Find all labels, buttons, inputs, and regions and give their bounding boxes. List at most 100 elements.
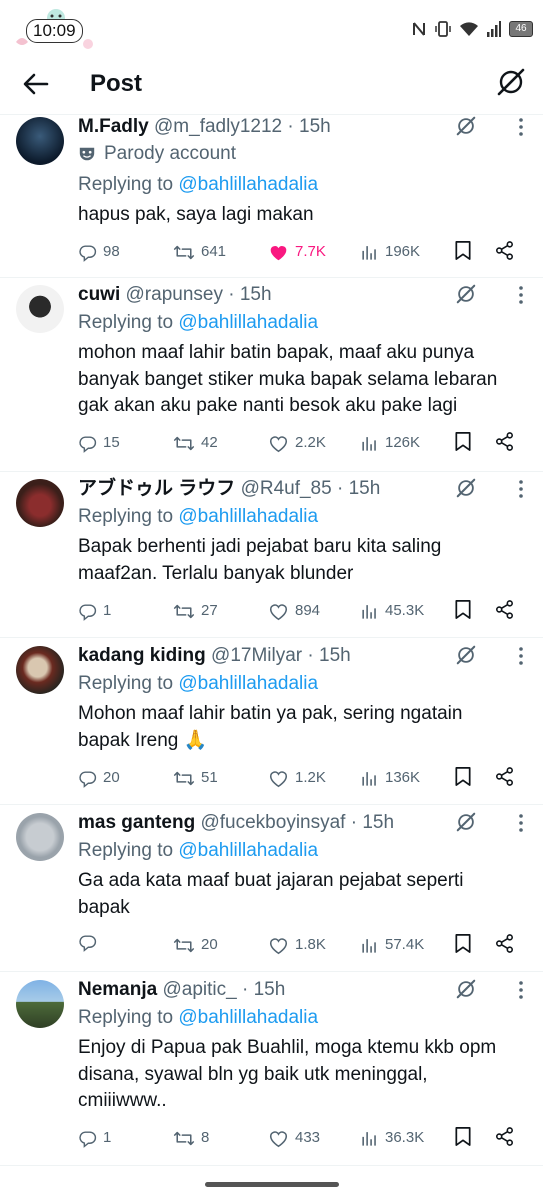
grok-icon[interactable]: [455, 644, 477, 666]
share-icon[interactable]: [494, 240, 515, 261]
views-button[interactable]: 196K: [360, 240, 420, 264]
reply-post[interactable]: mas ganteng @fucekboyinsyaf · 15h Replyin…: [0, 804, 543, 972]
mention-link[interactable]: @bahlillahadalia: [178, 506, 318, 527]
repost-button[interactable]: 51: [173, 766, 218, 790]
like-button[interactable]: 894: [268, 599, 320, 623]
bookmark-button[interactable]: [454, 766, 472, 787]
share-icon[interactable]: [494, 599, 515, 620]
bookmark-icon[interactable]: [454, 1126, 472, 1147]
like-button[interactable]: 433: [268, 1126, 320, 1150]
bookmark-icon[interactable]: [454, 766, 472, 787]
more-options-icon[interactable]: [517, 479, 525, 499]
back-arrow-icon[interactable]: [20, 68, 52, 100]
reply-post[interactable]: kadang kiding @17Milyar · 15h Replying to…: [0, 637, 543, 805]
grok-icon[interactable]: [455, 477, 477, 499]
like-button[interactable]: 2.2K: [268, 431, 326, 455]
like-button[interactable]: 1.2K: [268, 766, 326, 790]
more-options-icon[interactable]: [517, 813, 525, 833]
more-options-icon[interactable]: [517, 117, 525, 137]
reply-button[interactable]: [78, 933, 103, 952]
display-name[interactable]: Nemanja: [78, 979, 157, 1000]
reply-post[interactable]: cuwi @rapunsey · 15h Replying to @bahlill…: [0, 277, 543, 472]
avatar[interactable]: [16, 813, 64, 861]
repost-button[interactable]: 8: [173, 1126, 209, 1150]
repost-count: 27: [201, 602, 218, 619]
user-handle[interactable]: @fucekboyinsyaf: [200, 812, 345, 833]
reply-post[interactable]: Nemanja @apitic_ · 15h Replying to @bahli…: [0, 971, 543, 1166]
like-button[interactable]: 1.8K: [268, 933, 326, 957]
repost-button[interactable]: 42: [173, 431, 218, 455]
display-name[interactable]: アブドゥル ラウフ: [78, 478, 235, 499]
views-button[interactable]: 45.3K: [360, 599, 424, 623]
reply-button[interactable]: 1: [78, 1126, 111, 1150]
user-handle[interactable]: @R4uf_85: [241, 478, 332, 499]
reply-button[interactable]: 1: [78, 599, 111, 623]
avatar[interactable]: [16, 117, 64, 165]
reply-post[interactable]: M.Fadly @m_fadly1212 · 15h Parody account…: [0, 115, 543, 278]
display-name[interactable]: cuwi: [78, 284, 120, 305]
share-button[interactable]: [494, 240, 515, 261]
more-options-icon[interactable]: [517, 285, 525, 305]
bookmark-icon[interactable]: [454, 431, 472, 452]
views-button[interactable]: 136K: [360, 766, 420, 790]
mention-link[interactable]: @bahlillahadalia: [178, 673, 318, 694]
share-button[interactable]: [494, 1126, 515, 1147]
share-icon[interactable]: [494, 431, 515, 452]
more-options-icon[interactable]: [517, 980, 525, 1000]
avatar[interactable]: [16, 980, 64, 1028]
display-name[interactable]: kadang kiding: [78, 645, 206, 666]
grok-icon[interactable]: [455, 283, 477, 305]
avatar[interactable]: [16, 479, 64, 527]
mention-link[interactable]: @bahlillahadalia: [178, 1007, 318, 1028]
user-handle[interactable]: @rapunsey: [126, 284, 223, 305]
repost-icon: [173, 245, 195, 259]
share-button[interactable]: [494, 431, 515, 452]
grok-icon[interactable]: [455, 811, 477, 833]
mention-link[interactable]: @bahlillahadalia: [178, 312, 318, 333]
reply-post[interactable]: アブドゥル ラウフ @R4uf_85 · 15h Replying to @bah…: [0, 471, 543, 638]
display-name[interactable]: mas ganteng: [78, 812, 195, 833]
views-button[interactable]: 36.3K: [360, 1126, 424, 1150]
share-button[interactable]: [494, 599, 515, 620]
grok-icon[interactable]: [455, 115, 477, 137]
views-button[interactable]: 57.4K: [360, 933, 424, 957]
more-options-icon[interactable]: [517, 646, 525, 666]
views-button[interactable]: 126K: [360, 431, 420, 455]
reply-button[interactable]: 15: [78, 431, 120, 455]
repost-button[interactable]: 641: [173, 240, 226, 264]
bookmark-button[interactable]: [454, 431, 472, 452]
bookmark-icon[interactable]: [454, 933, 472, 954]
like-button[interactable]: 7.7K: [268, 240, 326, 264]
bookmark-button[interactable]: [454, 599, 472, 620]
replying-to-line: Replying to @bahlillahadalia: [78, 504, 318, 530]
share-icon[interactable]: [494, 1126, 515, 1147]
bookmark-icon[interactable]: [454, 599, 472, 620]
share-icon[interactable]: [494, 766, 515, 787]
view-count: 57.4K: [385, 936, 425, 953]
share-button[interactable]: [494, 933, 515, 954]
share-button[interactable]: [494, 766, 515, 787]
bookmark-button[interactable]: [454, 1126, 472, 1147]
mention-link[interactable]: @bahlillahadalia: [178, 174, 318, 195]
bookmark-icon[interactable]: [454, 240, 472, 261]
avatar[interactable]: [16, 285, 64, 333]
post-text: hapus pak, saya lagi makan: [78, 204, 314, 225]
home-indicator[interactable]: [205, 1182, 339, 1187]
bookmark-button[interactable]: [454, 933, 472, 954]
avatar[interactable]: [16, 646, 64, 694]
bookmark-button[interactable]: [454, 240, 472, 261]
views-icon: [362, 1131, 376, 1146]
repost-button[interactable]: 27: [173, 599, 218, 623]
display-name[interactable]: M.Fadly: [78, 116, 149, 137]
mention-link[interactable]: @bahlillahadalia: [178, 840, 318, 861]
reply-button[interactable]: 20: [78, 766, 120, 790]
share-icon[interactable]: [494, 933, 515, 954]
reply-button[interactable]: 98: [78, 240, 120, 264]
grok-icon[interactable]: [495, 66, 527, 98]
user-handle[interactable]: @17Milyar: [211, 645, 302, 666]
post-top-actions: [455, 811, 525, 835]
repost-button[interactable]: 20: [173, 933, 218, 957]
user-handle[interactable]: @m_fadly1212: [154, 116, 282, 137]
grok-icon[interactable]: [455, 978, 477, 1000]
user-handle[interactable]: @apitic_: [162, 979, 236, 1000]
